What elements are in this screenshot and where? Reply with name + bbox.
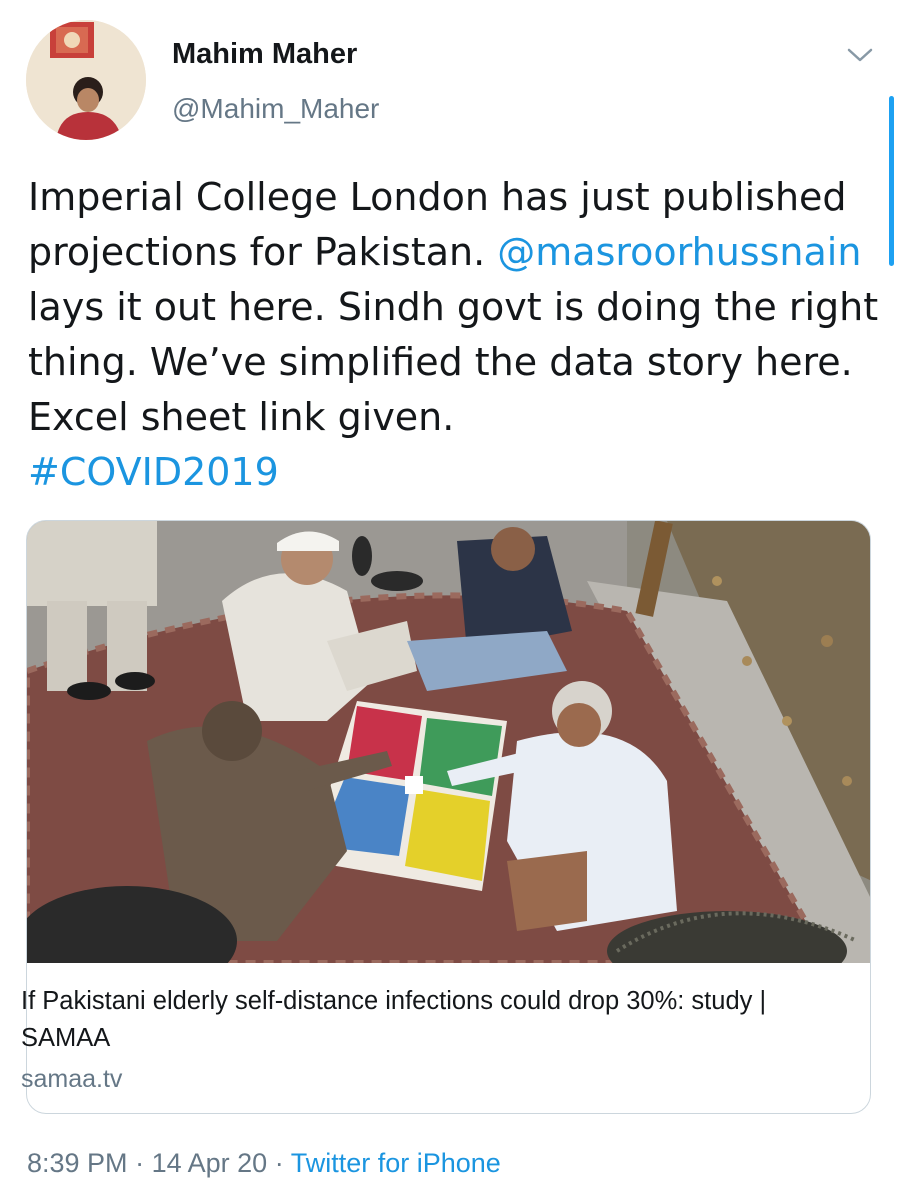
tweet-header: Mahim Maher @Mahim_Maher — [0, 0, 899, 150]
tweet-line: Imperial College London has just publish… — [28, 175, 847, 219]
avatar[interactable] — [26, 20, 146, 140]
tweet-source-link[interactable]: Twitter for iPhone — [291, 1148, 501, 1178]
tweet-line: Excel sheet link given. — [28, 395, 455, 439]
tweet-time[interactable]: 8:39 PM — [27, 1148, 128, 1178]
chevron-down-icon — [847, 48, 873, 62]
tweet-metadata: 8:39 PM · 14 Apr 20 · Twitter for iPhone — [27, 1148, 501, 1179]
card-image[interactable] — [27, 521, 870, 963]
card-photo — [27, 521, 870, 963]
card-title[interactable]: If Pakistani elderly self-distance infec… — [21, 983, 841, 1057]
scroll-indicator[interactable] — [889, 96, 894, 266]
tweet-line: thing. We’ve simplified the data story h… — [28, 340, 853, 384]
username-handle[interactable]: @Mahim_Maher — [172, 93, 379, 125]
mention-link[interactable]: @masroorhussnain — [497, 230, 861, 274]
meta-separator: · — [274, 1148, 284, 1178]
display-name[interactable]: Mahim Maher — [172, 38, 357, 71]
meta-separator: · — [135, 1148, 145, 1178]
tweet-line: lays it out here. Sindh govt is doing th… — [28, 285, 879, 329]
tweet-text: Imperial College London has just publish… — [28, 170, 878, 500]
avatar-image — [26, 20, 146, 140]
tweet-line: projections for Pakistan. @masroorhussna… — [28, 225, 878, 280]
more-options-button[interactable] — [842, 40, 878, 70]
card-domain[interactable]: samaa.tv — [21, 1065, 122, 1094]
tweet-line-text: projections for Pakistan. — [28, 230, 486, 274]
tweet-date[interactable]: 14 Apr 20 — [152, 1148, 268, 1178]
hashtag-link[interactable]: #COVID2019 — [28, 445, 878, 500]
